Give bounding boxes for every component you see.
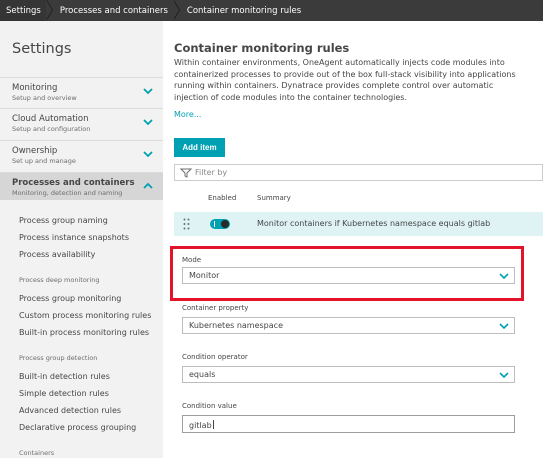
filter-icon <box>179 168 193 178</box>
sidebar-group-sublabel: Setup and overview <box>12 94 77 102</box>
sidebar-item-simple-detection-rules[interactable]: Simple detection rules <box>19 389 109 398</box>
sidebar-title: Settings <box>12 41 72 57</box>
sidebar-item-declarative-process-grouping[interactable]: Declarative process grouping <box>19 423 136 432</box>
sidebar-section-process-deep-monitoring: Process deep monitoring <box>19 276 100 284</box>
main-content: Container monitoring rules Within contai… <box>163 21 543 458</box>
page-title: Container monitoring rules <box>174 41 350 55</box>
enabled-toggle[interactable] <box>210 219 230 229</box>
sidebar-group-label: Monitoring <box>12 83 58 93</box>
sidebar-section-containers: Containers <box>19 449 55 457</box>
chevron-down-icon <box>143 151 153 158</box>
column-header-summary: Summary <box>257 194 291 202</box>
add-item-button[interactable]: Add item <box>174 138 225 157</box>
chevron-down-icon <box>499 372 509 379</box>
sidebar-group-sublabel: Monitoring, detection and naming <box>12 189 123 197</box>
breadcrumb: Settings Processes and containers Contai… <box>0 0 543 21</box>
page-description: Within container environments, OneAgent … <box>174 58 516 102</box>
toggle-knob <box>221 220 229 228</box>
rule-summary: Monitor containers if Kubernetes namespa… <box>257 219 491 228</box>
sidebar-group-label: Processes and containers <box>12 178 135 188</box>
container-property-label: Container property <box>182 304 249 312</box>
condition-value-current: gitlab <box>189 421 212 430</box>
chevron-down-icon <box>143 119 153 126</box>
breadcrumb-processes-and-containers[interactable]: Processes and containers <box>52 0 174 21</box>
column-header-enabled: Enabled <box>208 194 237 202</box>
condition-value-label: Condition value <box>182 402 237 410</box>
condition-operator-select[interactable]: equals <box>182 366 515 383</box>
chevron-down-icon <box>499 323 509 330</box>
sidebar-item-process-availability[interactable]: Process availability <box>19 250 95 259</box>
toggle-on-icon <box>214 221 215 227</box>
condition-value-text: gitlab <box>189 420 214 430</box>
sidebar-item-built-in-detection-rules[interactable]: Built-in detection rules <box>19 372 110 381</box>
chevron-up-icon <box>143 182 153 189</box>
sidebar-item-process-instance-snapshots[interactable]: Process instance snapshots <box>19 233 129 242</box>
sidebar-item-process-group-monitoring[interactable]: Process group monitoring <box>19 294 121 303</box>
filter-input[interactable]: Filter by <box>174 164 543 181</box>
container-property-value: Kubernetes namespace <box>189 321 283 330</box>
sidebar-group-processes-and-containers[interactable]: Processes and containers Monitoring, det… <box>0 172 163 200</box>
table-row[interactable]: Monitor containers if Kubernetes namespa… <box>174 212 543 236</box>
filter-placeholder: Filter by <box>195 168 228 177</box>
drag-handle-icon[interactable] <box>183 218 190 230</box>
condition-operator-label: Condition operator <box>182 353 248 361</box>
sidebar-group-label: Ownership <box>12 146 58 156</box>
sidebar-group-monitoring[interactable]: Monitoring Setup and overview <box>0 77 163 105</box>
breadcrumb-settings[interactable]: Settings <box>0 0 47 21</box>
sidebar-item-process-group-naming[interactable]: Process group naming <box>19 216 108 225</box>
sidebar-group-label: Cloud Automation <box>12 114 89 124</box>
sidebar-group-sublabel: Setup and configuration <box>12 125 91 133</box>
more-link[interactable]: More... <box>174 110 201 119</box>
settings-sidebar: Settings Monitoring Setup and overview C… <box>0 21 163 458</box>
mode-highlight-box <box>170 246 524 301</box>
sidebar-group-sublabel: Set up and manage <box>12 157 76 165</box>
sidebar-item-custom-process-monitoring-rules[interactable]: Custom process monitoring rules <box>19 311 151 320</box>
sidebar-group-ownership[interactable]: Ownership Set up and manage <box>0 140 163 168</box>
condition-operator-value: equals <box>189 370 216 379</box>
container-property-select[interactable]: Kubernetes namespace <box>182 317 515 334</box>
sidebar-item-advanced-detection-rules[interactable]: Advanced detection rules <box>19 406 121 415</box>
breadcrumb-container-monitoring-rules[interactable]: Container monitoring rules <box>179 0 308 21</box>
sidebar-section-process-group-detection: Process group detection <box>19 354 98 362</box>
chevron-down-icon <box>143 88 153 95</box>
condition-value-input[interactable]: gitlab <box>182 415 515 433</box>
sidebar-group-cloud-automation[interactable]: Cloud Automation Setup and configuration <box>0 108 163 136</box>
sidebar-item-built-in-process-monitoring-rules[interactable]: Built-in process monitoring rules <box>19 328 149 337</box>
text-caret <box>212 420 214 429</box>
